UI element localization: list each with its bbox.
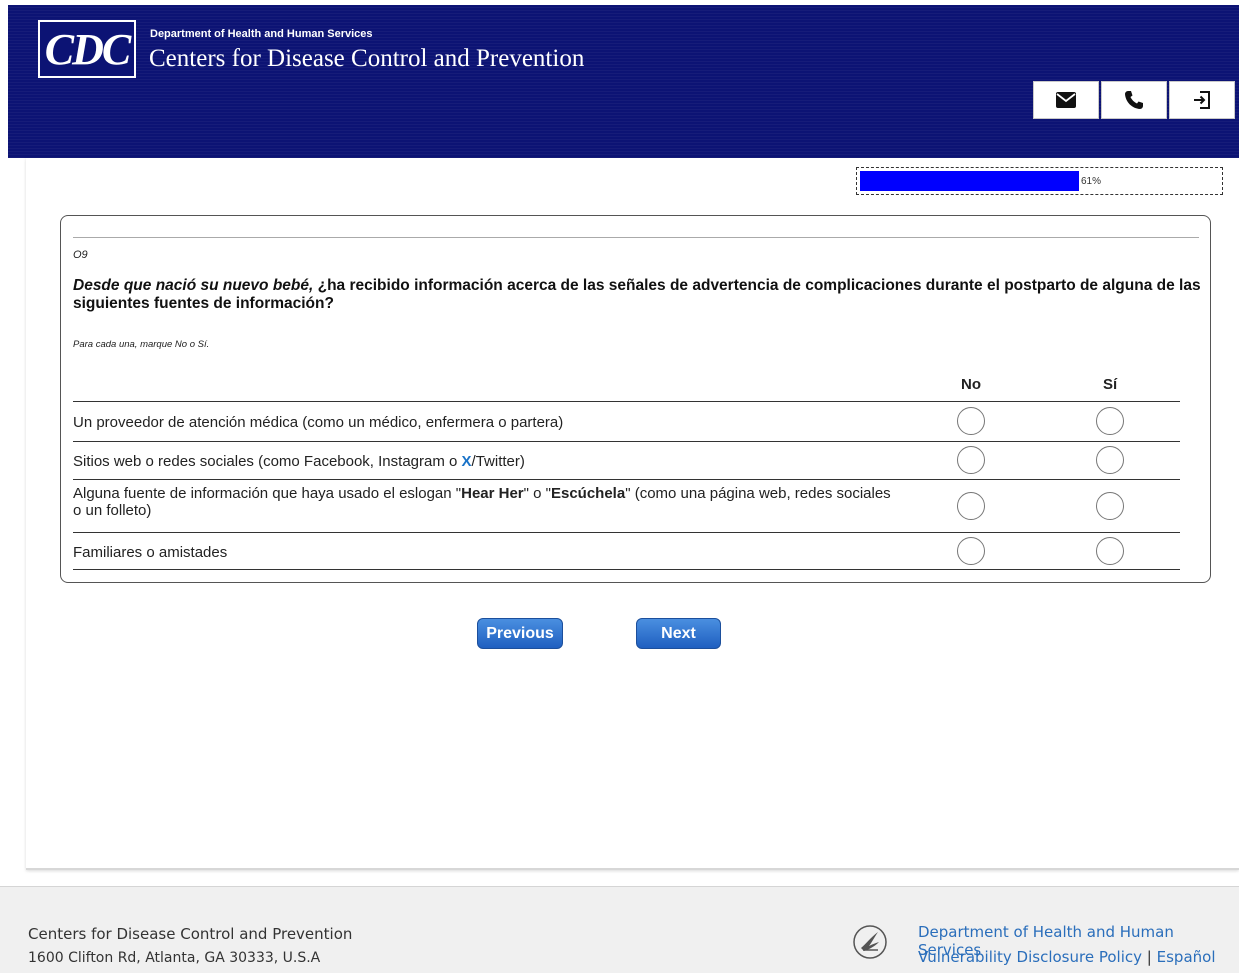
vulnerability-policy-link[interactable]: Vulnerability Disclosure Policy — [918, 948, 1142, 966]
radio-no[interactable] — [957, 407, 985, 435]
question-text-italic: Desde que nació su nuevo bebé, — [73, 277, 314, 294]
espanol-link[interactable]: Español — [1157, 948, 1216, 966]
site-footer: Centers for Disease Control and Preventi… — [0, 886, 1239, 973]
radio-no[interactable] — [957, 537, 985, 565]
question-box: O9 Desde que nació su nuevo bebé, ¿ha re… — [60, 215, 1211, 583]
phone-button[interactable] — [1101, 81, 1167, 119]
site-header: CDC Department of Health and Human Servi… — [8, 5, 1239, 158]
row-label-bold: Hear Her — [461, 485, 524, 502]
next-button[interactable]: Next — [636, 618, 721, 649]
exit-button[interactable] — [1169, 81, 1235, 119]
footer-org: Centers for Disease Control and Preventi… — [28, 925, 353, 943]
header-button-group — [1033, 81, 1235, 119]
department-name: Department of Health and Human Services — [150, 28, 373, 40]
row-label-part: Sitios web o redes sociales (como Facebo… — [73, 453, 462, 470]
progress-bar: 61% — [856, 167, 1223, 195]
phone-icon — [1125, 91, 1143, 109]
table-row: Alguna fuente de información que haya us… — [73, 479, 1180, 532]
radio-si[interactable] — [1096, 492, 1124, 520]
radio-si[interactable] — [1096, 446, 1124, 474]
table-row: Un proveedor de atención médica (como un… — [73, 401, 1180, 441]
previous-button[interactable]: Previous — [477, 618, 563, 649]
mail-icon — [1056, 92, 1076, 108]
row-label: Familiares o amistades — [73, 544, 228, 561]
cdc-logo-text: CDC — [44, 24, 131, 74]
row-label-bold: Escúchela — [550, 485, 626, 502]
radio-no[interactable] — [957, 492, 985, 520]
hhs-eagle-icon — [853, 925, 887, 959]
email-button[interactable] — [1033, 81, 1099, 119]
footer-address: 1600 Clifton Rd, Atlanta, GA 30333, U.S.… — [28, 950, 321, 966]
question-id: O9 — [73, 249, 88, 261]
link-separator: | — [1146, 948, 1152, 966]
radio-no[interactable] — [957, 446, 985, 474]
progress-fill — [860, 171, 1079, 191]
row-label: Un proveedor de atención médica (como un… — [73, 414, 564, 431]
column-header-no: No — [961, 376, 981, 393]
table-row: Sitios web o redes sociales (como Facebo… — [73, 441, 1180, 479]
radio-si[interactable] — [1096, 537, 1124, 565]
row-label-part: " o " — [523, 485, 551, 502]
progress-label: 61% — [1081, 176, 1102, 187]
x-logo-text: X — [461, 453, 472, 470]
agency-name: Centers for Disease Control and Preventi… — [149, 45, 585, 72]
row-label-part: /Twitter) — [471, 453, 525, 470]
divider — [73, 237, 1199, 238]
row-label: Alguna fuente de información que haya us… — [73, 485, 903, 519]
table-row: Familiares o amistades — [73, 532, 1180, 570]
row-label: Sitios web o redes sociales (como Facebo… — [73, 453, 525, 470]
exit-icon — [1194, 91, 1210, 109]
question-text: Desde que nació su nuevo bebé, ¿ha recib… — [73, 277, 1203, 313]
column-header-si: Sí — [1103, 376, 1118, 393]
radio-si[interactable] — [1096, 407, 1124, 435]
question-instruction: Para cada una, marque No o Sí. — [73, 339, 210, 350]
cdc-logo[interactable]: CDC — [38, 20, 136, 78]
row-label-part: Alguna fuente de información que haya us… — [73, 485, 462, 502]
footer-links: Vulnerability Disclosure Policy | Españo… — [918, 948, 1215, 966]
